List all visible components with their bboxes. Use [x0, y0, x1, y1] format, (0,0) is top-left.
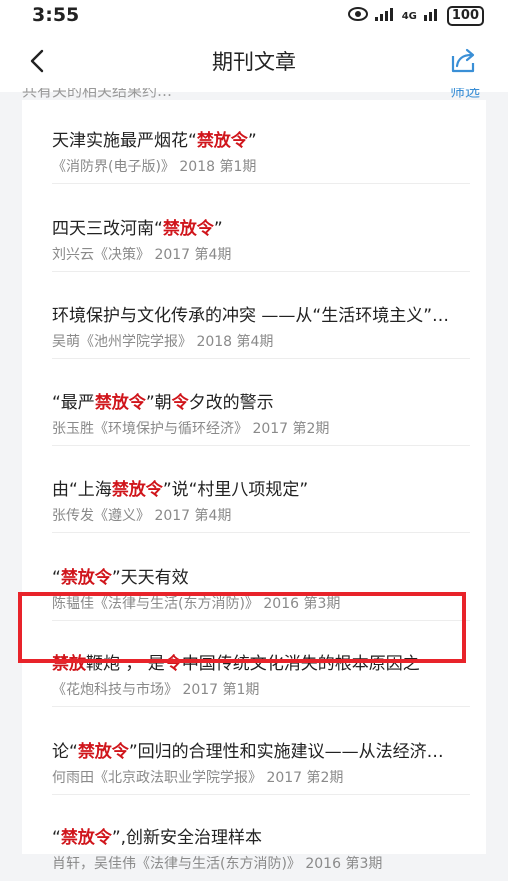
article-source: 何雨田《北京政法职业学院学报》 2017 第2期	[52, 770, 344, 786]
eye-icon	[347, 7, 368, 25]
status-bar: 3:55 4G 100	[0, 0, 508, 32]
article-title: 天津实施最严烟花“禁放令”	[52, 126, 464, 151]
title-text: 天津实施最严烟花“	[52, 131, 197, 151]
result-summary-bar: 共有关的相关结果约… 筛选	[22, 88, 486, 98]
title-text: ”说“村里八项规定”	[162, 480, 309, 500]
article-list: 天津实施最严烟花“禁放令” 《消防界(电子版)》 2018 第1期 四天三改河南“禁…	[22, 100, 486, 872]
keyword-highlight: 禁放令	[60, 828, 112, 848]
article-source: 《花炮科技与市场》 2017 第1期	[52, 682, 260, 698]
signal-4g-icon	[423, 7, 441, 25]
article-source: 肖轩，吴佳伟《法律与生活(东方消防)》 2016 第3期	[52, 856, 383, 872]
article-list-item[interactable]: 环境保护与文化传承的冲突 ——从“生活环境主义”… 吴萌《池州学院学报》 2018…	[22, 275, 486, 359]
title-text: 由“上海	[52, 480, 112, 500]
article-title: 禁放鞭炮 ， 是令中国传统文化消失的根本原因之一	[52, 649, 464, 674]
article-list-item[interactable]: “禁放令”天天有效陈韫佳《法律与生活(东方消防)》 2016 第3期	[22, 537, 486, 621]
keyword-highlight: 禁放	[52, 654, 86, 674]
article-title: “最严禁放令”朝令夕改的警示	[52, 388, 464, 413]
share-icon	[451, 48, 475, 73]
article-list-item[interactable]: 由“上海禁放令”说“村里八项规定” 张传发《遵义》 2017 第4期	[22, 449, 486, 533]
filter-link[interactable]: 筛选	[450, 88, 480, 98]
article-title: 由“上海禁放令”说“村里八项规定”	[52, 475, 464, 500]
article-source: 陈韫佳《法律与生活(东方消防)》 2016 第3期	[52, 596, 341, 612]
title-text: ”天天有效	[111, 568, 189, 588]
title-text: ”	[247, 131, 257, 151]
battery-indicator: 100	[446, 6, 484, 26]
nav-bar: 期刊文章	[0, 32, 508, 92]
result-count-text: 共有关的相关结果约…	[22, 88, 173, 98]
divider	[52, 706, 470, 707]
keyword-highlight: 禁放令	[77, 742, 129, 762]
article-title: 环境保护与文化传承的冲突 ——从“生活环境主义”…	[52, 301, 464, 326]
article-list-item[interactable]: 禁放鞭炮 ， 是令中国传统文化消失的根本原因之一《花炮科技与市场》 2017 第…	[22, 623, 486, 707]
keyword-highlight: 禁放令	[162, 219, 214, 239]
title-text: “	[52, 568, 61, 588]
article-source: 刘兴云《决策》 2017 第4期	[52, 247, 232, 263]
page-title: 期刊文章	[212, 50, 296, 74]
title-text: 鞭炮 ， 是	[86, 654, 165, 674]
article-source: 张传发《遵义》 2017 第4期	[52, 508, 232, 524]
title-text: ”回归的合理性和实施建议——从法经济…	[128, 742, 444, 762]
divider	[52, 445, 470, 446]
status-time: 3:55	[32, 4, 80, 26]
title-text: 四天三改河南“	[52, 219, 163, 239]
status-icons: 4G 100	[347, 6, 484, 26]
signal-icon	[374, 7, 396, 25]
article-title: “禁放令”天天有效	[52, 563, 464, 588]
article-source: 《消防界(电子版)》 2018 第1期	[52, 159, 257, 175]
article-list-item[interactable]: 论“禁放令”回归的合理性和实施建议——从法经济… 何雨田《北京政法职业学院学报》 …	[22, 711, 486, 795]
title-text: ”	[213, 219, 223, 239]
title-text: 环境保护与文化传承的冲突 ——从“生活环境主义”…	[52, 306, 450, 326]
divider	[52, 620, 470, 621]
keyword-highlight: 禁放令	[111, 480, 163, 500]
article-list-item[interactable]: 天津实施最严烟花“禁放令” 《消防界(电子版)》 2018 第1期	[22, 100, 486, 184]
article-list-item[interactable]: “禁放令”,创新安全治理样本肖轩，吴佳伟《法律与生活(东方消防)》 2016 第…	[22, 797, 486, 881]
article-source: 张玉胜《环境保护与循环经济》 2017 第2期	[52, 421, 330, 437]
article-title: 四天三改河南“禁放令”	[52, 214, 464, 239]
keyword-highlight: 令	[164, 654, 182, 674]
title-text: “	[52, 828, 61, 848]
network-type-label: 4G	[401, 10, 417, 22]
article-source: 吴萌《池州学院学报》 2018 第4期	[52, 334, 274, 350]
divider	[52, 794, 470, 795]
share-button[interactable]	[448, 46, 478, 76]
article-title: 论“禁放令”回归的合理性和实施建议——从法经济…	[52, 737, 464, 762]
divider	[52, 271, 470, 272]
article-list-item[interactable]: “最严禁放令”朝令夕改的警示张玉胜《环境保护与循环经济》 2017 第2期	[22, 362, 486, 446]
divider	[52, 532, 470, 533]
keyword-highlight: 禁放令	[196, 131, 248, 151]
divider	[52, 358, 470, 359]
divider	[52, 183, 470, 184]
title-text: ”,创新安全治理样本	[111, 828, 263, 848]
title-text: ”朝	[145, 393, 172, 413]
title-text: 论“	[52, 742, 78, 762]
title-text: “最严	[52, 393, 95, 413]
keyword-highlight: 令	[171, 393, 189, 413]
keyword-highlight: 禁放令	[60, 568, 112, 588]
article-list-item[interactable]: 四天三改河南“禁放令” 刘兴云《决策》 2017 第4期	[22, 188, 486, 272]
title-text: 夕改的警示	[188, 393, 274, 413]
article-title: “禁放令”,创新安全治理样本	[52, 823, 464, 848]
keyword-highlight: 禁放令	[94, 393, 146, 413]
title-text: 中国传统文化消失的根本原因之一	[181, 654, 437, 674]
